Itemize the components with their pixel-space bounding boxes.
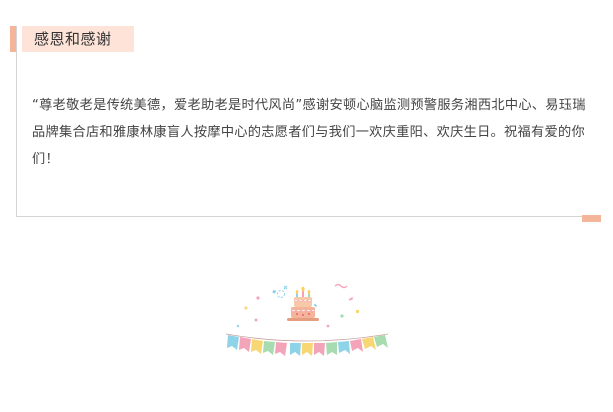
header-accent-bar bbox=[10, 26, 16, 52]
happy-birthday-banner bbox=[227, 335, 388, 356]
section-title: 感恩和感谢 bbox=[34, 30, 112, 48]
cake bbox=[287, 286, 319, 321]
corner-accent bbox=[582, 215, 601, 222]
section-body-text: “尊老敬老是传统美德，爱老助老是时代风尚”感谢安顿心脑监测预警服务湘西北中心、易… bbox=[32, 98, 586, 167]
birthday-cake-icon bbox=[225, 283, 389, 356]
